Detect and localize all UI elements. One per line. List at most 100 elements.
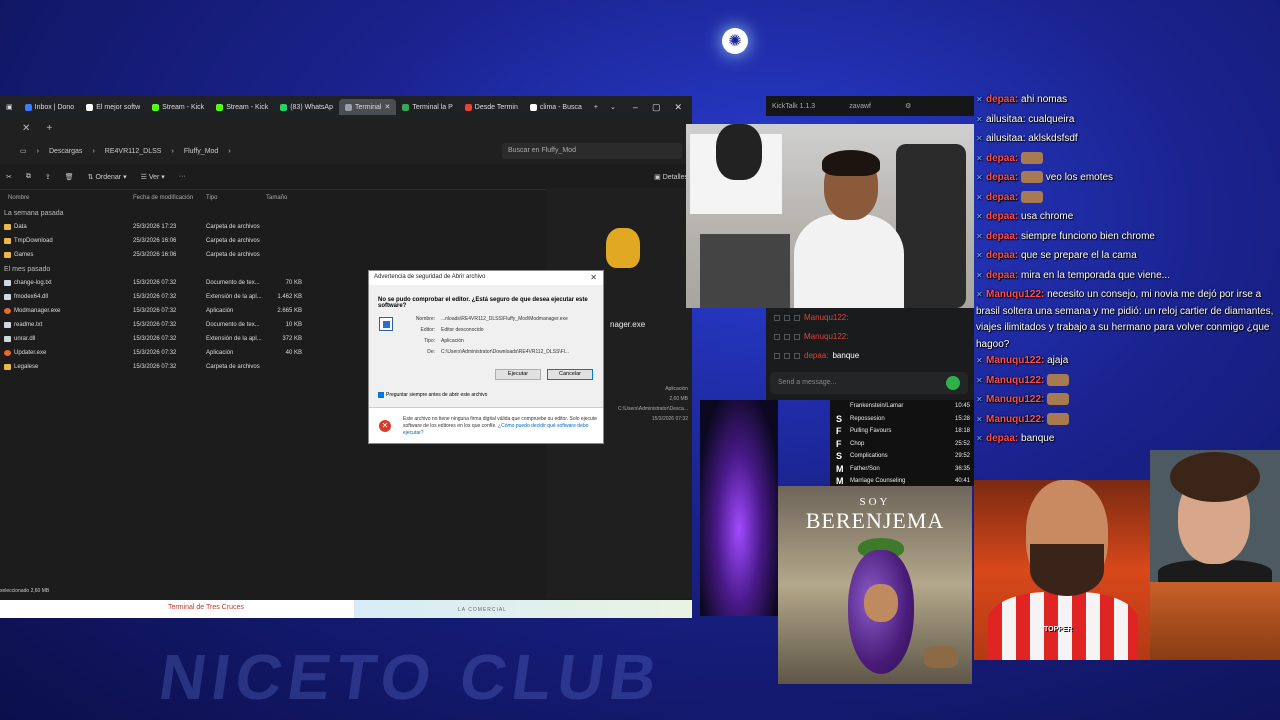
swords-icon: ✕: [976, 134, 983, 143]
emote-image: [1047, 412, 1070, 425]
browser-tab-label: Desde Termin: [474, 103, 518, 111]
minimize-icon[interactable]: –: [633, 102, 638, 113]
always-ask-checkbox[interactable]: [378, 392, 384, 398]
run-button[interactable]: Ejecutar: [495, 369, 541, 380]
playlist-badge: F: [836, 438, 842, 449]
streamer-webcam: [686, 124, 974, 308]
chat-username[interactable]: depaa:: [986, 172, 1018, 183]
column-date[interactable]: Fecha de modificación: [133, 195, 206, 201]
chat-username[interactable]: depaa:: [986, 231, 1018, 242]
badge-icon: [794, 352, 800, 359]
kicktalk-username[interactable]: Manuqu122:: [804, 313, 848, 322]
breadcrumb-re4vr[interactable]: RE4VR112_DLSS: [105, 148, 162, 155]
sort-button[interactable]: ⇅ Ordenar ▾: [88, 173, 127, 181]
site-favicon-icon: [280, 103, 288, 111]
kicktalk-username[interactable]: depaa:: [804, 351, 828, 360]
chat-username[interactable]: Manuqu122:: [986, 375, 1044, 386]
badge-icon: [794, 314, 800, 321]
chat-username[interactable]: Manuqu122:: [986, 355, 1044, 366]
browser-tab[interactable]: clima - Busca: [524, 99, 588, 115]
chat-text: ajaja: [1047, 355, 1069, 366]
playlist-item[interactable]: Frankenstein/Lamar 10:45: [830, 400, 974, 413]
close-tab-icon[interactable]: ✕: [384, 103, 390, 111]
send-icon[interactable]: [946, 376, 960, 390]
copy-icon[interactable]: ⧉: [26, 173, 31, 181]
chat-username[interactable]: Manuqu122:: [986, 289, 1044, 300]
file-date: 15/3/2026 07:32: [133, 322, 177, 328]
chat-username[interactable]: depaa:: [986, 153, 1018, 164]
maximize-icon[interactable]: ▢: [652, 102, 661, 113]
close-tab-icon[interactable]: ✕: [22, 123, 30, 134]
close-icon[interactable]: ✕: [674, 102, 682, 113]
breadcrumb-fluffy-mod[interactable]: Fluffy_Mod: [184, 148, 219, 155]
delete-icon[interactable]: 🗑: [65, 173, 74, 181]
column-size[interactable]: Tamaño: [266, 195, 306, 201]
map-strip: Terminal de Tres Cruces LA COMERCIAL: [0, 600, 692, 618]
share-icon[interactable]: ⇪: [45, 173, 51, 181]
badge-icon: [774, 333, 780, 340]
chat-username[interactable]: depaa:: [986, 211, 1018, 222]
column-name[interactable]: Nombre: [0, 195, 133, 201]
file-type: Carpeta de archivos: [206, 364, 260, 370]
browser-tab[interactable]: Terminal ✕: [339, 99, 397, 115]
close-icon[interactable]: ✕: [590, 273, 597, 282]
search-input[interactable]: Buscar en Fluffy_Mod: [502, 143, 682, 159]
chat-text: que se prepare el la cama: [1021, 250, 1137, 261]
view-button[interactable]: ☰ Ver ▾: [141, 173, 165, 181]
chat-username[interactable]: depaa:: [986, 192, 1018, 203]
playlist-item[interactable]: S Repossesion 15:28: [830, 413, 974, 426]
file-name: unrar.dll: [14, 336, 36, 342]
chat-username[interactable]: depaa:: [986, 270, 1018, 281]
browser-tab[interactable]: Terminal la P: [396, 99, 458, 115]
gear-icon[interactable]: ⚙: [905, 102, 911, 110]
browser-tab[interactable]: (83) WhatsAp: [274, 99, 339, 115]
chat-username[interactable]: depaa:: [986, 433, 1018, 444]
swords-icon: ✕: [976, 290, 983, 299]
folder-icon: [4, 364, 11, 370]
file-date: 15/3/2026 07:32: [133, 350, 177, 356]
new-tab-button[interactable]: +: [588, 99, 604, 115]
playlist-item[interactable]: F Chop 25:52: [830, 438, 974, 451]
browser-tab[interactable]: Desde Termin: [459, 99, 524, 115]
new-tab-icon[interactable]: +: [46, 123, 52, 134]
tab-actions-icon[interactable]: ▣: [0, 99, 19, 115]
chat-username[interactable]: depaa:: [986, 94, 1018, 105]
emote-image: [1021, 151, 1044, 164]
emote-image: [1021, 171, 1044, 184]
details-button[interactable]: ▣ Detalles: [654, 173, 688, 181]
kicktalk-username[interactable]: Manuqu122:: [804, 332, 848, 341]
playlist-item[interactable]: F Pulling Favours 18:18: [830, 425, 974, 438]
swords-icon: ✕: [976, 395, 983, 404]
chat-username[interactable]: Manuqu122:: [986, 394, 1044, 405]
field-label-name: Nombre:: [415, 316, 435, 322]
shirt-logo: TOPPER: [1044, 626, 1073, 633]
browser-tab-label: Stream - Kick: [226, 103, 269, 111]
file-date: 15/3/2026 07:32: [133, 280, 177, 286]
playlist-item[interactable]: S Complications 29:52: [830, 450, 974, 463]
chat-username[interactable]: Manuqu122:: [986, 414, 1044, 425]
chat-username[interactable]: depaa:: [986, 250, 1018, 261]
kicktalk-message-input[interactable]: Send a message...: [770, 372, 968, 394]
breadcrumb-downloads[interactable]: Descargas: [49, 148, 82, 155]
file-date: 15/3/2026 07:32: [133, 294, 177, 300]
column-type[interactable]: Tipo: [206, 195, 266, 201]
more-options-button[interactable]: ···: [179, 173, 186, 180]
playlist-time: 36:35: [954, 465, 970, 472]
chevron-right-icon: ›: [92, 147, 95, 155]
browser-tab[interactable]: Stream - Kick: [210, 99, 274, 115]
playlist-item[interactable]: M Father/Son 36:35: [830, 463, 974, 476]
browser-tab[interactable]: Stream - Kick: [146, 99, 210, 115]
browser-tab[interactable]: Inbox | Dono: [19, 99, 81, 115]
browser-tab[interactable]: El mejor softw: [80, 99, 146, 115]
file-name-cell: readme.txt: [0, 322, 133, 328]
cut-icon[interactable]: ✂: [6, 173, 12, 181]
cancel-button[interactable]: Cancelar: [547, 369, 593, 380]
chat-text: ailusitaa: cualqueira: [986, 113, 1075, 125]
file-type: Aplicación: [206, 350, 234, 356]
file-icon: [4, 280, 11, 286]
chat-message: ✕ depaa: usa chrome: [976, 209, 1280, 226]
field-label-from: De:: [427, 349, 435, 355]
tab-list-icon[interactable]: ⌄: [604, 99, 622, 115]
site-favicon-icon: [86, 103, 94, 111]
kicktalk-channel[interactable]: zavawf: [849, 103, 871, 110]
